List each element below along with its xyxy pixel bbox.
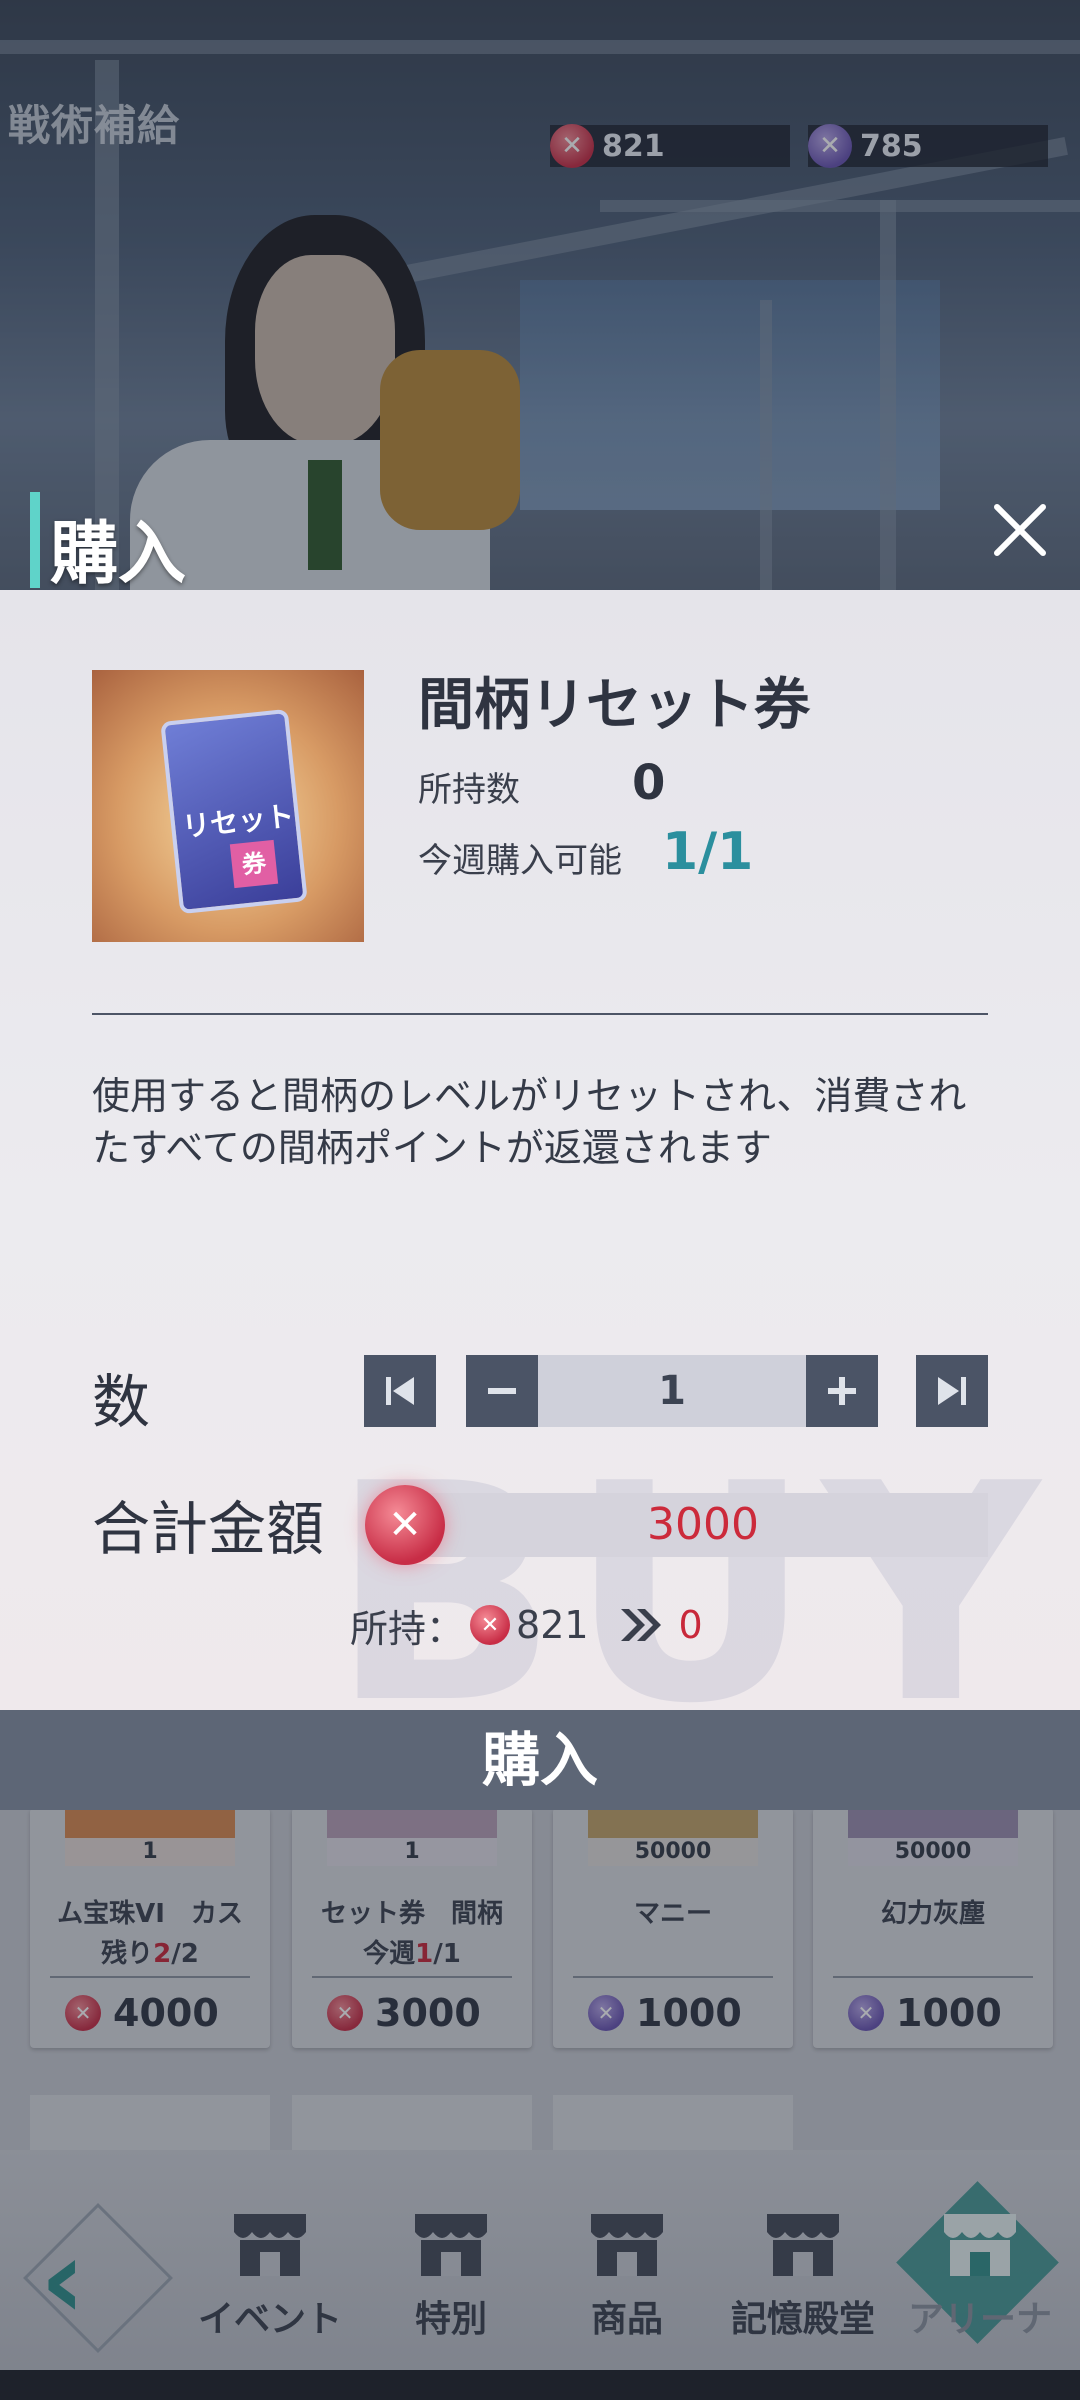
total-price: 3000 (418, 1493, 988, 1557)
quantity-decrement-button[interactable] (466, 1355, 538, 1427)
ticket-badge: 券 (229, 839, 279, 889)
close-button[interactable] (985, 495, 1055, 565)
minus-icon (488, 1388, 516, 1394)
gem-balance: 821 (516, 1603, 589, 1647)
ticket-balance: 0 (678, 1603, 703, 1647)
skip-to-end-icon (938, 1377, 966, 1405)
plus-icon (828, 1377, 856, 1405)
buy-button[interactable]: 購入 (0, 1710, 1080, 1810)
red-crystal-icon: ✕ (365, 1485, 445, 1565)
item-name: 間柄リセット券 (418, 673, 810, 738)
quantity-max-button[interactable] (916, 1355, 988, 1427)
quantity-min-button[interactable] (364, 1355, 436, 1427)
close-icon (994, 504, 1046, 556)
title-accent-bar (30, 492, 40, 588)
weekly-limit-label: 今週購入可能 (418, 841, 622, 881)
total-label: 合計金額 (92, 1495, 325, 1563)
red-crystal-icon: ✕ (470, 1605, 511, 1645)
item-description: 使用すると間柄のレベルがリセットされ、消費されたすべての間柄ポイントが返還されま… (92, 1074, 967, 1170)
owned-label: 所持数 (418, 770, 520, 810)
divider (92, 1013, 988, 1015)
quantity-input[interactable]: 1 (538, 1355, 806, 1427)
weekly-limit-value: 1/1 (662, 822, 754, 882)
quantity-label: 数 (92, 1368, 151, 1436)
owned-count: 0 (632, 755, 666, 811)
skip-to-start-icon (386, 1377, 414, 1405)
currency-holdings: 所持： ✕ 821 0 (350, 1600, 703, 1651)
double-chevron-icon (620, 1609, 661, 1641)
quantity-increment-button[interactable] (806, 1355, 878, 1427)
holdings-label: 所持： (350, 1606, 465, 1651)
modal-title: 購入 (50, 515, 187, 594)
